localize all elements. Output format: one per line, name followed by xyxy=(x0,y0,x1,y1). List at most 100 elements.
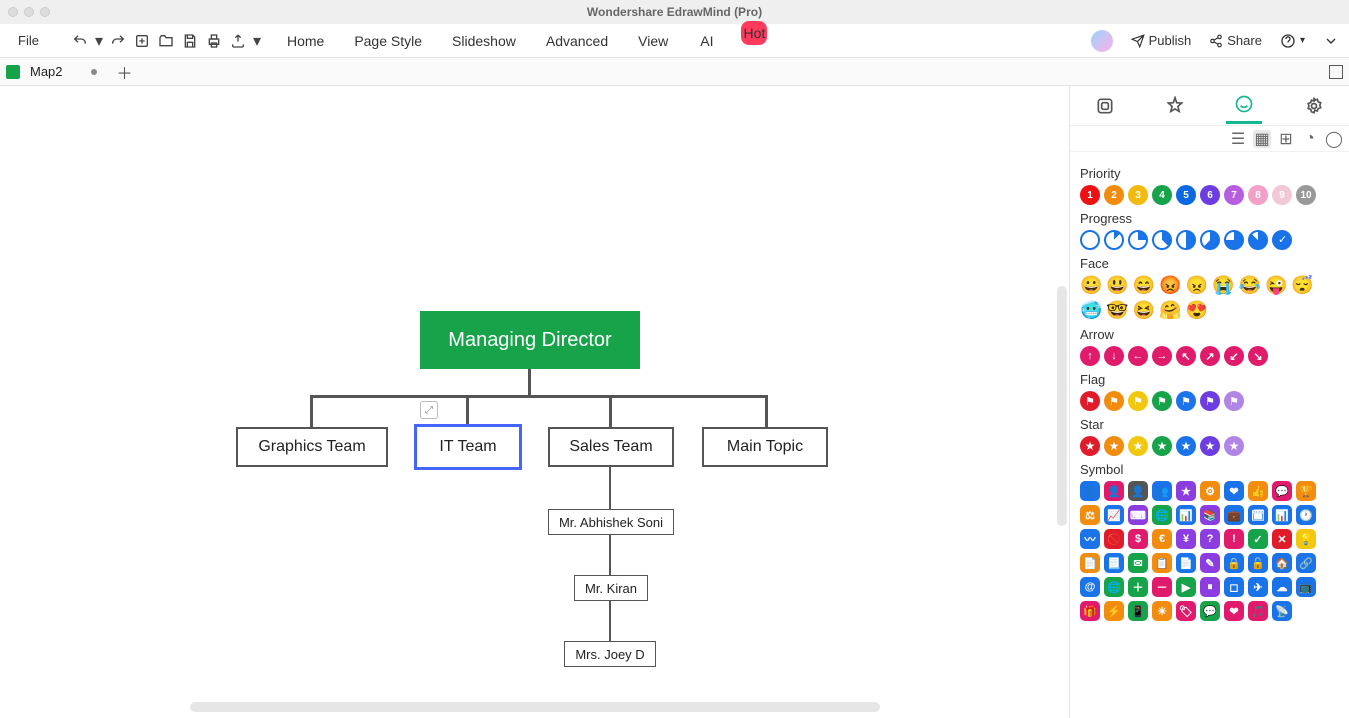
symbol-icon[interactable]: 📊 xyxy=(1272,505,1292,525)
star-icon[interactable]: ★ xyxy=(1128,436,1148,456)
face-icon[interactable]: 😭 xyxy=(1212,275,1234,296)
undo-dropdown-icon[interactable]: ▾ xyxy=(95,32,103,50)
sp-tab-style-icon[interactable] xyxy=(1157,88,1193,124)
symbol-icon[interactable]: ✎ xyxy=(1200,553,1220,573)
symbol-icon[interactable]: ⚖ xyxy=(1080,505,1100,525)
subtab-grid-icon[interactable]: ▦ xyxy=(1253,130,1271,148)
progress-50-icon[interactable] xyxy=(1176,230,1196,250)
close-icon[interactable] xyxy=(8,7,18,17)
redo-icon[interactable] xyxy=(109,32,127,50)
menu-advanced[interactable]: Advanced xyxy=(544,29,610,53)
collapse-icon[interactable] xyxy=(1323,33,1339,49)
star-icon[interactable]: ★ xyxy=(1104,436,1124,456)
flag-icon[interactable]: ⚑ xyxy=(1152,391,1172,411)
symbol-icon[interactable]: 🔓 xyxy=(1248,553,1268,573)
sp-tab-settings-icon[interactable] xyxy=(1296,88,1332,124)
node-child[interactable]: Main Topic xyxy=(702,427,828,467)
sp-tab-icons-icon[interactable] xyxy=(1226,88,1262,124)
menu-page-style[interactable]: Page Style xyxy=(352,29,424,53)
progress-100-icon[interactable] xyxy=(1272,230,1292,250)
symbol-icon[interactable]: ⏸ xyxy=(1200,577,1220,597)
star-icon[interactable]: ★ xyxy=(1200,436,1220,456)
symbol-icon[interactable]: 📈 xyxy=(1104,505,1124,525)
progress-87-icon[interactable] xyxy=(1248,230,1268,250)
arrow-↗-icon[interactable]: ↗ xyxy=(1200,346,1220,366)
undo-icon[interactable] xyxy=(71,32,89,50)
export-dropdown-icon[interactable]: ▾ xyxy=(253,32,261,50)
symbol-icon[interactable]: € xyxy=(1152,529,1172,549)
symbol-icon[interactable]: ¥ xyxy=(1176,529,1196,549)
minimize-icon[interactable] xyxy=(24,7,34,17)
face-icon[interactable]: 😆 xyxy=(1133,300,1155,321)
canvas[interactable]: Managing Director ⤢ Graphics Team IT Tea… xyxy=(0,86,1069,718)
arrow-←-icon[interactable]: ← xyxy=(1128,346,1148,366)
symbol-icon[interactable]: 📊 xyxy=(1176,505,1196,525)
export-icon[interactable] xyxy=(229,32,247,50)
face-icon[interactable]: 🥶 xyxy=(1080,300,1102,321)
flag-icon[interactable]: ⚑ xyxy=(1128,391,1148,411)
face-icon[interactable]: 😴 xyxy=(1291,275,1313,296)
progress-12-icon[interactable] xyxy=(1104,230,1124,250)
node-sub[interactable]: Mr. Kiran xyxy=(574,575,648,601)
symbol-icon[interactable]: 📚 xyxy=(1200,505,1220,525)
symbol-icon[interactable]: ▶ xyxy=(1176,577,1196,597)
face-icon[interactable]: 😃 xyxy=(1106,275,1128,296)
priority-6-icon[interactable]: 6 xyxy=(1200,185,1220,205)
help-button[interactable]: ▾ xyxy=(1280,33,1305,49)
tab-name[interactable]: Map2 xyxy=(30,64,63,79)
symbol-icon[interactable]: ☁ xyxy=(1272,577,1292,597)
face-icon[interactable]: 😀 xyxy=(1080,275,1102,296)
symbol-icon[interactable]: 💬 xyxy=(1200,601,1220,621)
symbol-icon[interactable]: 📃 xyxy=(1104,553,1124,573)
face-icon[interactable]: 😂 xyxy=(1239,275,1261,296)
subtab-list-icon[interactable]: ☰ xyxy=(1229,130,1247,148)
symbol-icon[interactable]: 👤 xyxy=(1128,481,1148,501)
symbol-icon[interactable]: 💼 xyxy=(1224,505,1244,525)
symbol-icon[interactable]: ⌨ xyxy=(1128,505,1148,525)
symbol-icon[interactable]: ⚙ xyxy=(1200,481,1220,501)
arrow-↖-icon[interactable]: ↖ xyxy=(1176,346,1196,366)
priority-3-icon[interactable]: 3 xyxy=(1128,185,1148,205)
node-child-selected[interactable]: IT Team xyxy=(414,424,522,470)
new-file-icon[interactable] xyxy=(133,32,151,50)
progress-25-icon[interactable] xyxy=(1128,230,1148,250)
symbol-icon[interactable]: 🔗 xyxy=(1296,553,1316,573)
symbol-icon[interactable]: 👤 xyxy=(1104,481,1124,501)
priority-8-icon[interactable]: 8 xyxy=(1248,185,1268,205)
symbol-icon[interactable]: ☀ xyxy=(1152,601,1172,621)
symbol-icon[interactable]: 🚫 xyxy=(1104,529,1124,549)
symbol-icon[interactable]: 📋 xyxy=(1152,553,1172,573)
symbol-icon[interactable]: ＋ xyxy=(1128,577,1148,597)
open-folder-icon[interactable] xyxy=(157,32,175,50)
priority-9-icon[interactable]: 9 xyxy=(1272,185,1292,205)
face-icon[interactable]: 🤓 xyxy=(1106,300,1128,321)
collapse-node-icon[interactable]: ⤢ xyxy=(420,401,438,419)
face-icon[interactable]: 😠 xyxy=(1186,275,1208,296)
symbol-icon[interactable]: 📄 xyxy=(1080,553,1100,573)
scrollbar-vertical[interactable] xyxy=(1057,286,1067,526)
menu-ai[interactable]: AIHot xyxy=(696,29,743,53)
arrow-→-icon[interactable]: → xyxy=(1152,346,1172,366)
flag-icon[interactable]: ⚑ xyxy=(1104,391,1124,411)
file-menu[interactable]: File xyxy=(8,29,49,52)
priority-1-icon[interactable]: 1 xyxy=(1080,185,1100,205)
menu-view[interactable]: View xyxy=(636,29,670,53)
share-button[interactable]: Share xyxy=(1209,33,1262,48)
face-icon[interactable]: 😄 xyxy=(1133,275,1155,296)
star-icon[interactable]: ★ xyxy=(1152,436,1172,456)
symbol-icon[interactable]: 📱 xyxy=(1128,601,1148,621)
face-icon[interactable]: 😡 xyxy=(1159,275,1181,296)
face-icon[interactable]: 🤗 xyxy=(1159,300,1181,321)
symbol-icon[interactable]: 🕐 xyxy=(1296,505,1316,525)
scrollbar-horizontal[interactable] xyxy=(190,702,880,712)
priority-7-icon[interactable]: 7 xyxy=(1224,185,1244,205)
flag-icon[interactable]: ⚑ xyxy=(1224,391,1244,411)
symbol-icon[interactable]: 📄 xyxy=(1176,553,1196,573)
subtab-shape-icon[interactable]: ◔ xyxy=(1301,130,1319,148)
node-sub[interactable]: Mr. Abhishek Soni xyxy=(548,509,674,535)
menu-home[interactable]: Home xyxy=(285,29,326,53)
priority-5-icon[interactable]: 5 xyxy=(1176,185,1196,205)
node-sub[interactable]: Mrs. Joey D xyxy=(564,641,656,667)
flag-icon[interactable]: ⚑ xyxy=(1080,391,1100,411)
star-icon[interactable]: ★ xyxy=(1224,436,1244,456)
